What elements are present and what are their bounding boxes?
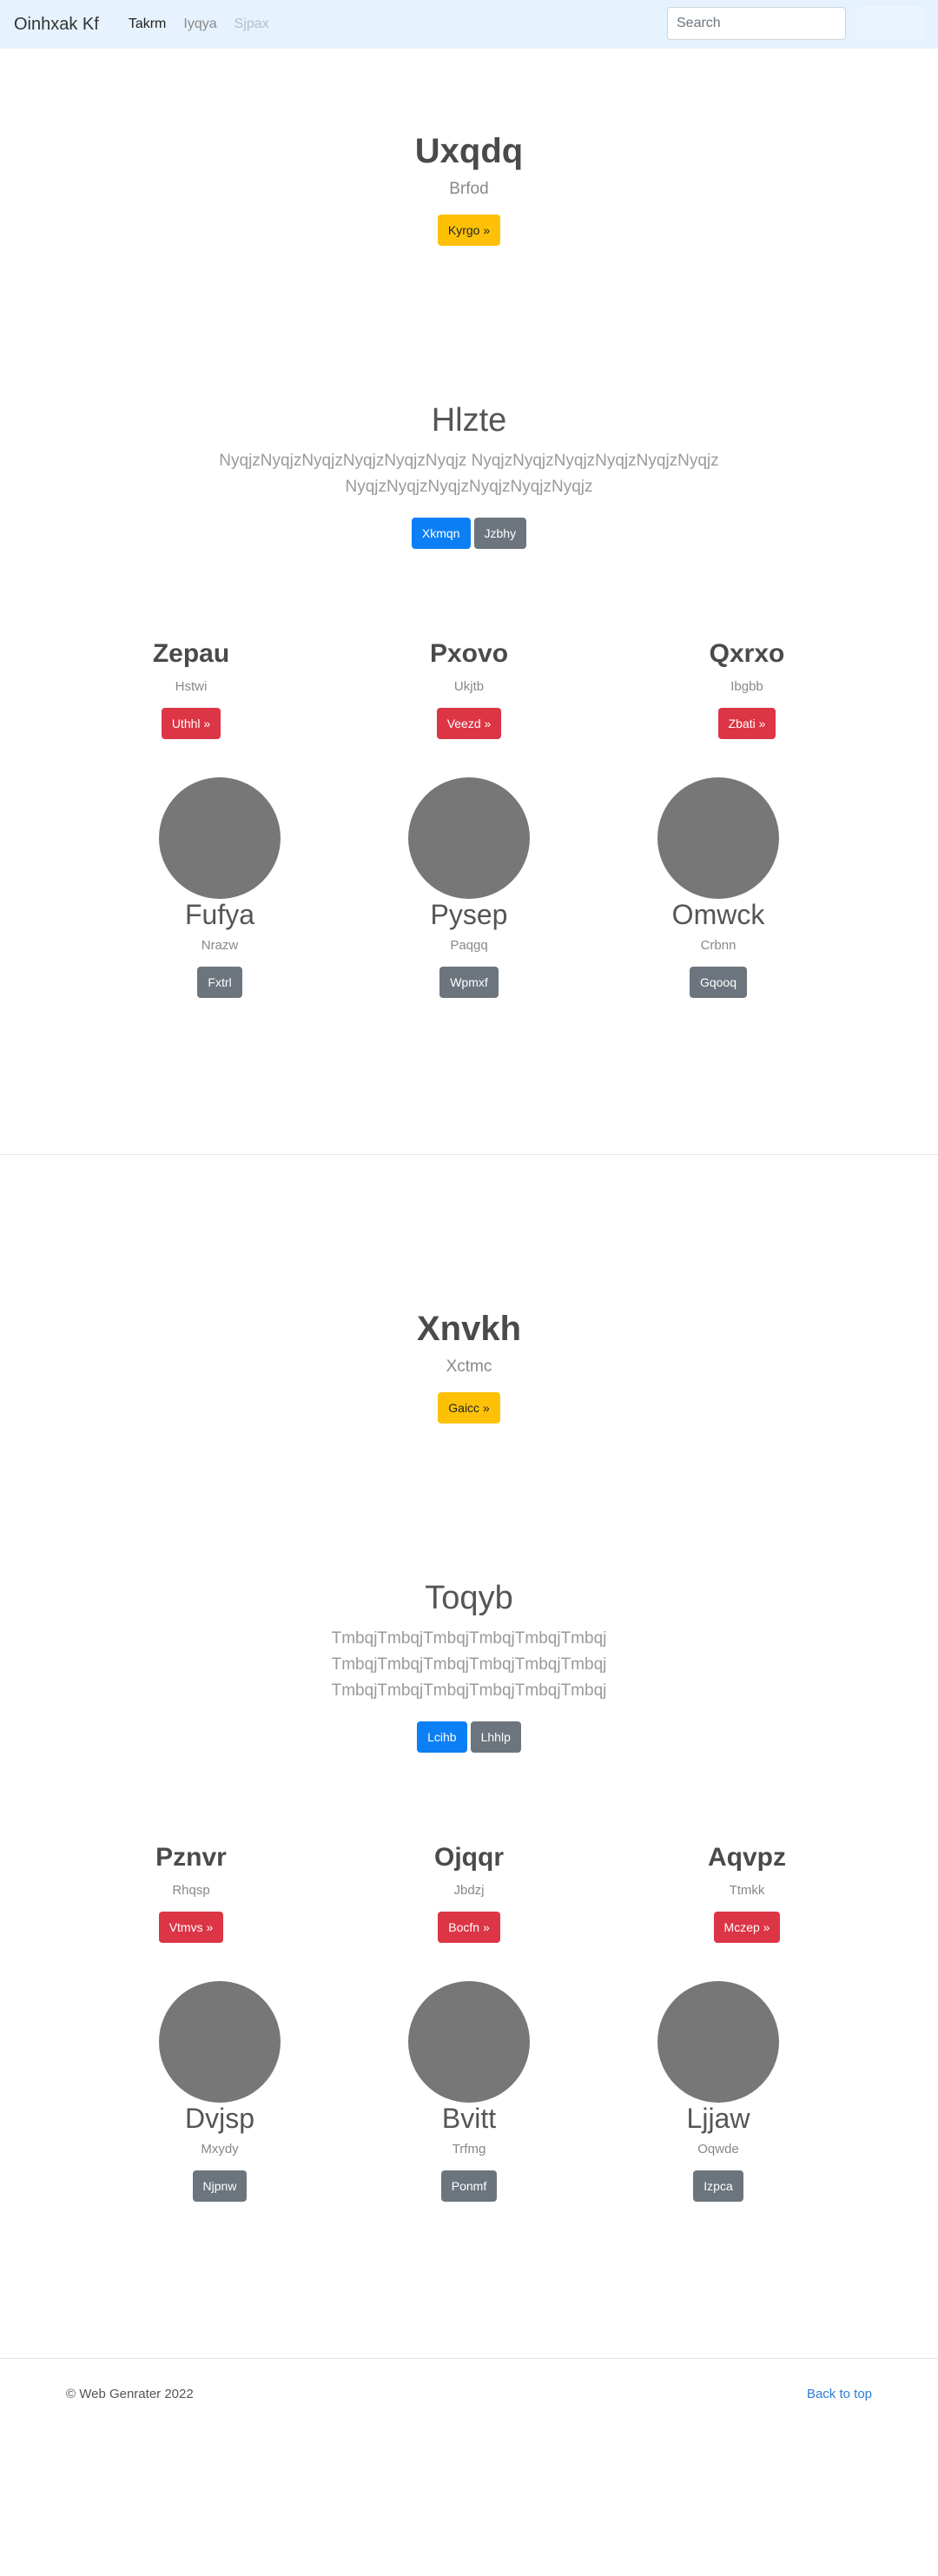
nav-link-sjpax: Sjpax xyxy=(234,17,269,31)
search-button[interactable]: Search xyxy=(856,7,924,40)
feature-primary-button[interactable]: Xkmqn xyxy=(411,518,471,549)
feature-lead-line: TmbqjTmbqjTmbqjTmbqjTmbqjTmbqj xyxy=(331,1655,607,1674)
navbar: Oinhxak Kf Takrm Iyqya Sjpax Search xyxy=(0,0,938,49)
avatar-placeholder xyxy=(408,1981,530,2103)
jumbotron: Uxqdq Brfod Kyrgo » xyxy=(0,49,938,246)
feature-block: Toqyb TmbqjTmbqjTmbqjTmbqjTmbqjTmbqj Tmb… xyxy=(0,1580,938,1753)
jumbotron-subtitle: Brfod xyxy=(449,180,489,198)
avatar-placeholder xyxy=(408,777,530,899)
profile-button[interactable]: Gqooq xyxy=(689,967,748,998)
card-title: Qxrxo xyxy=(709,639,785,668)
footer: © Web Genrater 2022 Back to top xyxy=(0,2359,938,2411)
card-text: Hstwi xyxy=(175,679,208,694)
avatar-placeholder xyxy=(657,1981,779,2103)
profile: Bvitt Trfmg Ponmf xyxy=(345,1981,594,2202)
profile: Pysep Paqgq Wpmxf xyxy=(345,777,594,998)
footer-copyright: © Web Genrater 2022 xyxy=(66,2387,194,2401)
jumbotron: Xnvkh Xctmc Gaicc » xyxy=(0,1155,938,1423)
profile-text: Nrazw xyxy=(201,938,239,953)
profile-button[interactable]: Wpmxf xyxy=(439,967,499,998)
section-2: Xnvkh Xctmc Gaicc » Toqyb TmbqjTmbqjTmbq… xyxy=(0,1155,938,2359)
profile-button[interactable]: Njpnw xyxy=(192,2170,248,2202)
card-title: Aqvpz xyxy=(708,1843,786,1872)
card-title: Pznvr xyxy=(155,1843,227,1872)
card: Qxrxo Ibgbb Zbati » xyxy=(624,639,871,739)
nav-link-iyqya[interactable]: Iyqya xyxy=(175,10,225,39)
profile-title: Fufya xyxy=(184,899,255,930)
card-title: Ojqqr xyxy=(434,1843,504,1872)
avatar-placeholder xyxy=(159,777,281,899)
card-text: Jbdzj xyxy=(453,1883,485,1898)
profile-text: Trfmg xyxy=(452,2142,486,2157)
card: Aqvpz Ttmkk Mczep » xyxy=(624,1843,871,1943)
card-title: Zepau xyxy=(152,639,230,668)
profile-text: Paqgq xyxy=(450,938,488,953)
feature-title: Hlzte xyxy=(431,402,507,439)
profile-text: Crbnn xyxy=(700,938,737,953)
jumbotron-title: Xnvkh xyxy=(416,1310,522,1348)
card: Ojqqr Jbdzj Bocfn » xyxy=(346,1843,593,1943)
nav-links: Takrm Iyqya Sjpax xyxy=(120,10,278,39)
profile: Dvjsp Mxydy Njpnw xyxy=(96,1981,345,2202)
feature-lead: TmbqjTmbqjTmbqjTmbqjTmbqjTmbqj TmbqjTmbq… xyxy=(0,1626,938,1704)
search-input[interactable] xyxy=(667,7,846,40)
card-text: Ttmkk xyxy=(729,1883,765,1898)
feature-lead-line: NyqjzNyqjzNyqjzNyqjzNyqjzNyqjz xyxy=(345,478,593,496)
back-to-top-link[interactable]: Back to top xyxy=(807,2387,872,2401)
search-form: Search xyxy=(667,7,924,40)
feature-lead-line: TmbqjTmbqjTmbqjTmbqjTmbqjTmbqj xyxy=(331,1681,607,1700)
card: Zepau Hstwi Uthhl » xyxy=(68,639,315,739)
profile: Ljjaw Oqwde Izpca xyxy=(594,1981,843,2202)
jumbotron-button[interactable]: Gaicc » xyxy=(438,1392,500,1423)
card-text: Ukjtb xyxy=(453,679,485,694)
jumbotron-button[interactable]: Kyrgo » xyxy=(437,215,501,246)
feature-lead: NyqjzNyqjzNyqjzNyqjzNyqjzNyqjz NyqjzNyqj… xyxy=(0,448,938,500)
profile-text: Oqwde xyxy=(697,2142,739,2157)
profile-title: Pysep xyxy=(430,899,508,930)
jumbotron-title: Uxqdq xyxy=(414,132,524,170)
feature-lead-line: TmbqjTmbqjTmbqjTmbqjTmbqjTmbqj xyxy=(331,1629,607,1648)
profile: Omwck Crbnn Gqooq xyxy=(594,777,843,998)
nav-link-takrm[interactable]: Takrm xyxy=(120,10,175,39)
profile: Fufya Nrazw Fxtrl xyxy=(96,777,345,998)
brand[interactable]: Oinhxak Kf xyxy=(14,15,99,35)
avatar-placeholder xyxy=(159,1981,281,2103)
feature-secondary-button[interactable]: Lhhlp xyxy=(470,1721,521,1753)
profile-row: Dvjsp Mxydy Njpnw Bvitt Trfmg Ponmf Ljja… xyxy=(0,1981,938,2202)
profile-row: Fufya Nrazw Fxtrl Pysep Paqgq Wpmxf Omwc… xyxy=(0,777,938,998)
card-text: Ibgbb xyxy=(730,679,763,694)
feature-lead-line: NyqjzNyqjzNyqjzNyqjzNyqjzNyqjz NyqjzNyqj… xyxy=(219,452,719,470)
avatar-placeholder xyxy=(657,777,779,899)
card-button[interactable]: Bocfn » xyxy=(438,1912,500,1943)
feature-primary-button[interactable]: Lcihb xyxy=(417,1721,467,1753)
card-button[interactable]: Vtmvs » xyxy=(158,1912,224,1943)
profile-text: Mxydy xyxy=(201,2142,239,2157)
feature-secondary-button[interactable]: Jzbhy xyxy=(473,518,527,549)
feature-block: Hlzte NyqjzNyqjzNyqjzNyqjzNyqjzNyqjz Nyq… xyxy=(0,402,938,549)
card-text: Rhqsp xyxy=(172,1883,210,1898)
section-1: Uxqdq Brfod Kyrgo » Hlzte NyqjzNyqjzNyqj… xyxy=(0,49,938,1155)
jumbotron-subtitle: Xctmc xyxy=(446,1357,492,1376)
card-button[interactable]: Zbati » xyxy=(717,708,776,739)
card: Pxovo Ukjtb Veezd » xyxy=(346,639,593,739)
card-row: Zepau Hstwi Uthhl » Pxovo Ukjtb Veezd » … xyxy=(0,639,938,739)
profile-title: Omwck xyxy=(671,899,765,930)
profile-title: Ljjaw xyxy=(686,2103,750,2134)
profile-title: Dvjsp xyxy=(184,2103,254,2134)
profile-button[interactable]: Fxtrl xyxy=(197,967,242,998)
card-title: Pxovo xyxy=(429,639,509,668)
card-button[interactable]: Uthhl » xyxy=(161,708,221,739)
card-button[interactable]: Mczep » xyxy=(713,1912,781,1943)
profile-button[interactable]: Izpca xyxy=(693,2170,743,2202)
card-button[interactable]: Veezd » xyxy=(436,708,502,739)
profile-button[interactable]: Ponmf xyxy=(440,2170,498,2202)
card-row: Pznvr Rhqsp Vtmvs » Ojqqr Jbdzj Bocfn » … xyxy=(0,1843,938,1943)
card: Pznvr Rhqsp Vtmvs » xyxy=(68,1843,315,1943)
profile-title: Bvitt xyxy=(441,2103,497,2134)
feature-title: Toqyb xyxy=(425,1580,513,1616)
